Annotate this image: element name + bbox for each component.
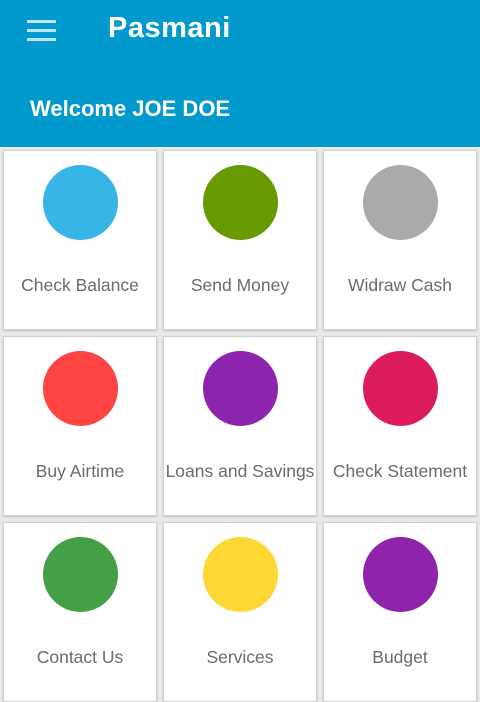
tile-services[interactable]: Services <box>163 522 317 702</box>
send-money-icon <box>203 165 278 240</box>
tile-label: Loans and Savings <box>165 461 315 481</box>
tile-label: Check Statement <box>332 461 468 481</box>
welcome-message: Welcome JOE DOE <box>30 96 231 121</box>
hamburger-menu-icon[interactable] <box>27 20 56 42</box>
tile-send-money[interactable]: Send Money <box>163 150 317 330</box>
tile-check-statement[interactable]: Check Statement <box>323 336 477 516</box>
withdraw-cash-icon <box>363 165 438 240</box>
menu-bar-bottom <box>27 38 56 41</box>
tile-check-balance[interactable]: Check Balance <box>3 150 157 330</box>
check-statement-icon <box>363 351 438 426</box>
tile-label: Contact Us <box>36 647 124 667</box>
services-icon <box>203 537 278 612</box>
tile-loans-and-savings[interactable]: Loans and Savings <box>163 336 317 516</box>
menu-bar-middle <box>27 29 56 32</box>
tile-label: Services <box>206 647 274 667</box>
tile-label: Widraw Cash <box>347 275 453 295</box>
app-bar: Pasmani Welcome JOE DOE <box>0 0 480 147</box>
tile-label: Send Money <box>190 275 290 295</box>
tile-contact-us[interactable]: Contact Us <box>3 522 157 702</box>
tile-buy-airtime[interactable]: Buy Airtime <box>3 336 157 516</box>
menu-bar-top <box>27 20 56 23</box>
contact-us-icon <box>43 537 118 612</box>
tile-label: Buy Airtime <box>35 461 125 481</box>
services-grid: Check Balance Send Money Widraw Cash Buy… <box>0 147 480 702</box>
budget-icon <box>363 537 438 612</box>
tile-withdraw-cash[interactable]: Widraw Cash <box>323 150 477 330</box>
buy-airtime-icon <box>43 351 118 426</box>
loans-and-savings-icon <box>203 351 278 426</box>
tile-label: Check Balance <box>21 275 139 295</box>
check-balance-icon <box>43 165 118 240</box>
app-title: Pasmani <box>108 12 231 44</box>
tile-label: Budget <box>372 647 428 667</box>
tile-budget[interactable]: Budget <box>323 522 477 702</box>
